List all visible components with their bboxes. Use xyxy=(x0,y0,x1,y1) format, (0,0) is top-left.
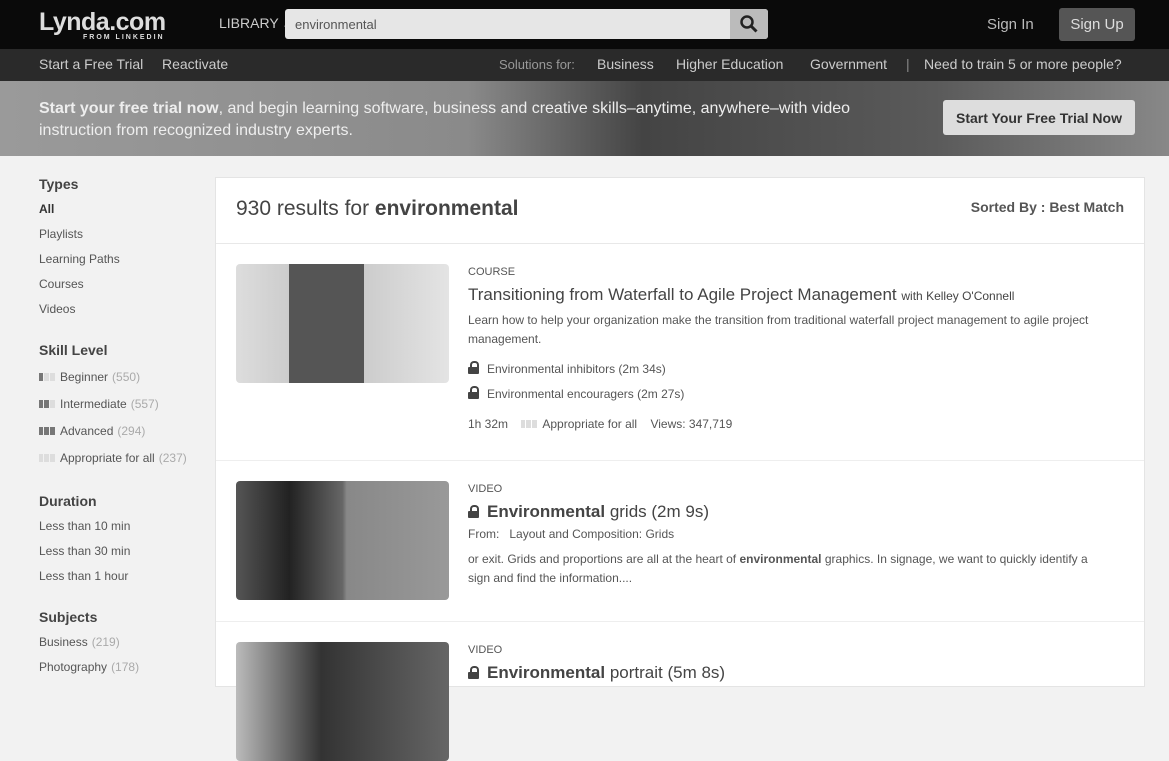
lock-icon xyxy=(468,386,479,399)
start-free-trial-button[interactable]: Start Your Free Trial Now xyxy=(943,100,1135,135)
course-thumbnail[interactable] xyxy=(236,264,449,383)
results-panel: 930 results for environmental Sorted By … xyxy=(215,177,1145,761)
search-icon xyxy=(740,15,758,33)
top-bar: Lynda.comFROM LINKEDIN LIBRARY ⌄ Sign In… xyxy=(0,0,1169,49)
logo-subtext: FROM LINKEDIN xyxy=(83,34,165,41)
lock-icon xyxy=(468,361,479,374)
result-item: VIDEO Environmental grids (2m 9s) From: … xyxy=(216,461,1144,622)
train-link[interactable]: Need to train 5 or more people? xyxy=(924,56,1122,72)
filter-learning-paths[interactable]: Learning Paths xyxy=(39,252,209,277)
result-meta: 1h 32m Appropriate for all Views: 347,71… xyxy=(468,417,733,431)
result-type: VIDEO xyxy=(468,483,503,495)
video-thumbnail[interactable] xyxy=(236,481,449,600)
sign-up-button[interactable]: Sign Up xyxy=(1059,8,1135,41)
filter-videos[interactable]: Videos xyxy=(39,302,209,327)
from-course-link[interactable]: Layout and Composition: Grids xyxy=(509,527,674,541)
duration-heading: Duration xyxy=(39,493,97,509)
logo-text: Lynda.com xyxy=(39,8,166,36)
video-thumbnail[interactable] xyxy=(236,642,449,761)
result-item: VIDEO Environmental portrait (5m 8s) xyxy=(216,622,1144,761)
result-item: COURSE Transitioning from Waterfall to A… xyxy=(216,244,1144,461)
filter-advanced[interactable]: Advanced (294) xyxy=(39,424,209,451)
filter-sidebar: Types All Playlists Learning Paths Cours… xyxy=(39,176,209,700)
result-description: or exit. Grids and proportions are all a… xyxy=(468,552,1088,585)
business-link[interactable]: Business xyxy=(597,56,654,72)
search-input[interactable] xyxy=(285,9,730,39)
subjects-heading: Subjects xyxy=(39,609,98,625)
filter-intermediate[interactable]: Intermediate (557) xyxy=(39,397,209,424)
reactivate-link[interactable]: Reactivate xyxy=(162,56,228,72)
trial-banner: Start your free trial now, and begin lea… xyxy=(0,81,1169,156)
solutions-label: Solutions for: xyxy=(499,57,575,72)
skill-level-icon xyxy=(521,420,538,428)
types-heading: Types xyxy=(39,176,79,192)
results-count: 930 results for environmental xyxy=(236,197,519,220)
video-link[interactable]: Environmental inhibitors (2m 34s) xyxy=(468,361,1108,376)
lynda-logo[interactable]: Lynda.com FROM LINKEDIN xyxy=(39,8,166,41)
result-type: VIDEO xyxy=(468,644,503,656)
result-author: with Kelley O'Connell xyxy=(901,289,1015,303)
filter-business[interactable]: Business (219) xyxy=(39,635,209,660)
banner-bold: Start your free trial now xyxy=(39,100,219,117)
filter-beginner[interactable]: Beginner (550) xyxy=(39,370,209,397)
lock-icon xyxy=(468,505,479,518)
filter-all[interactable]: All xyxy=(39,202,209,227)
library-menu[interactable]: LIBRARY ⌄ xyxy=(219,15,291,31)
filter-courses[interactable]: Courses xyxy=(39,277,209,302)
filter-10min[interactable]: Less than 10 min xyxy=(39,519,209,544)
free-trial-link[interactable]: Start a Free Trial xyxy=(39,56,143,72)
result-type: COURSE xyxy=(468,266,516,278)
skill-heading: Skill Level xyxy=(39,342,108,358)
filter-1hour[interactable]: Less than 1 hour xyxy=(39,569,209,594)
lock-icon xyxy=(468,666,479,679)
government-link[interactable]: Government xyxy=(810,56,887,72)
sign-in-link[interactable]: Sign In xyxy=(987,16,1034,33)
skill-level-icon xyxy=(39,373,55,381)
filter-photography[interactable]: Photography (178) xyxy=(39,660,209,685)
skill-level-icon xyxy=(39,427,55,435)
search-bar xyxy=(285,9,768,39)
filter-playlists[interactable]: Playlists xyxy=(39,227,209,252)
search-button[interactable] xyxy=(730,9,768,39)
result-from: From: Layout and Composition: Grids xyxy=(468,527,675,541)
divider: | xyxy=(906,56,910,72)
result-title-link[interactable]: Transitioning from Waterfall to Agile Pr… xyxy=(468,285,897,304)
skill-level-icon xyxy=(39,400,55,408)
banner-text: Start your free trial now, and begin lea… xyxy=(39,98,899,142)
filter-appropriate-for-all[interactable]: Appropriate for all (237) xyxy=(39,451,209,478)
skill-level-icon xyxy=(39,454,55,462)
filter-30min[interactable]: Less than 30 min xyxy=(39,544,209,569)
result-title-link[interactable]: Environmental grids (2m 9s) xyxy=(468,502,1108,522)
result-description: Learn how to help your organization make… xyxy=(468,313,1089,346)
result-title-link[interactable]: Environmental portrait (5m 8s) xyxy=(468,663,1108,683)
sort-selector[interactable]: Sorted By : Best Match xyxy=(971,199,1124,215)
secondary-nav: Start a Free Trial Reactivate Solutions … xyxy=(0,49,1169,81)
library-label: LIBRARY xyxy=(219,15,279,31)
higher-education-link[interactable]: Higher Education xyxy=(676,56,783,72)
video-link[interactable]: Environmental encouragers (2m 27s) xyxy=(468,386,1108,401)
